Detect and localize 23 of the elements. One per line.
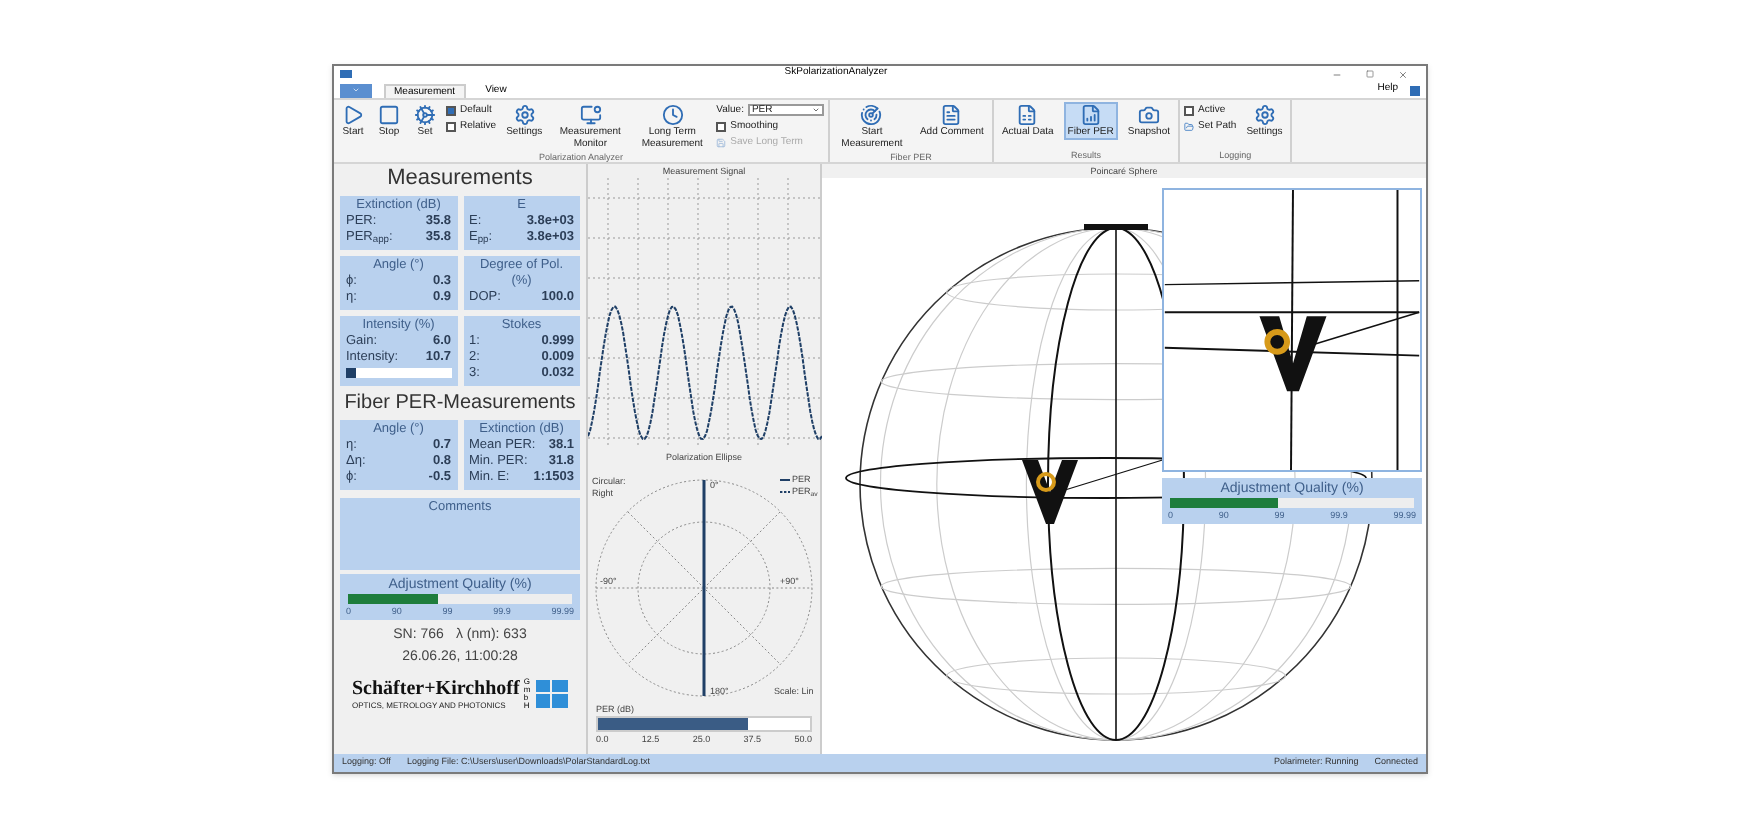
logo-name: Schäfter+Kirchhoff (352, 679, 520, 699)
stop-icon (378, 104, 400, 126)
document-icon (940, 104, 963, 126)
monitor-icon (579, 104, 602, 126)
maximize-icon[interactable] (1366, 70, 1374, 78)
gear-icon (414, 104, 436, 126)
spreadsheet-icon (1016, 104, 1039, 126)
intensity-bar (346, 368, 451, 378)
settings-icon (513, 104, 536, 126)
folder-icon (1184, 121, 1194, 131)
camera-icon (1137, 104, 1160, 126)
clock-icon (661, 104, 684, 126)
target-icon (860, 104, 883, 126)
chart-document-icon (1079, 104, 1102, 126)
minimize-icon[interactable] (1332, 69, 1342, 79)
file-menu-button[interactable] (340, 83, 372, 97)
play-icon (342, 104, 364, 126)
logo-mark-icon (535, 680, 568, 708)
save-icon (716, 137, 727, 147)
settings-icon (1253, 104, 1276, 126)
app-icon (340, 70, 352, 78)
section-title: Measurements (385, 164, 535, 192)
section-title: Fiber PER-Measurements (342, 390, 578, 416)
